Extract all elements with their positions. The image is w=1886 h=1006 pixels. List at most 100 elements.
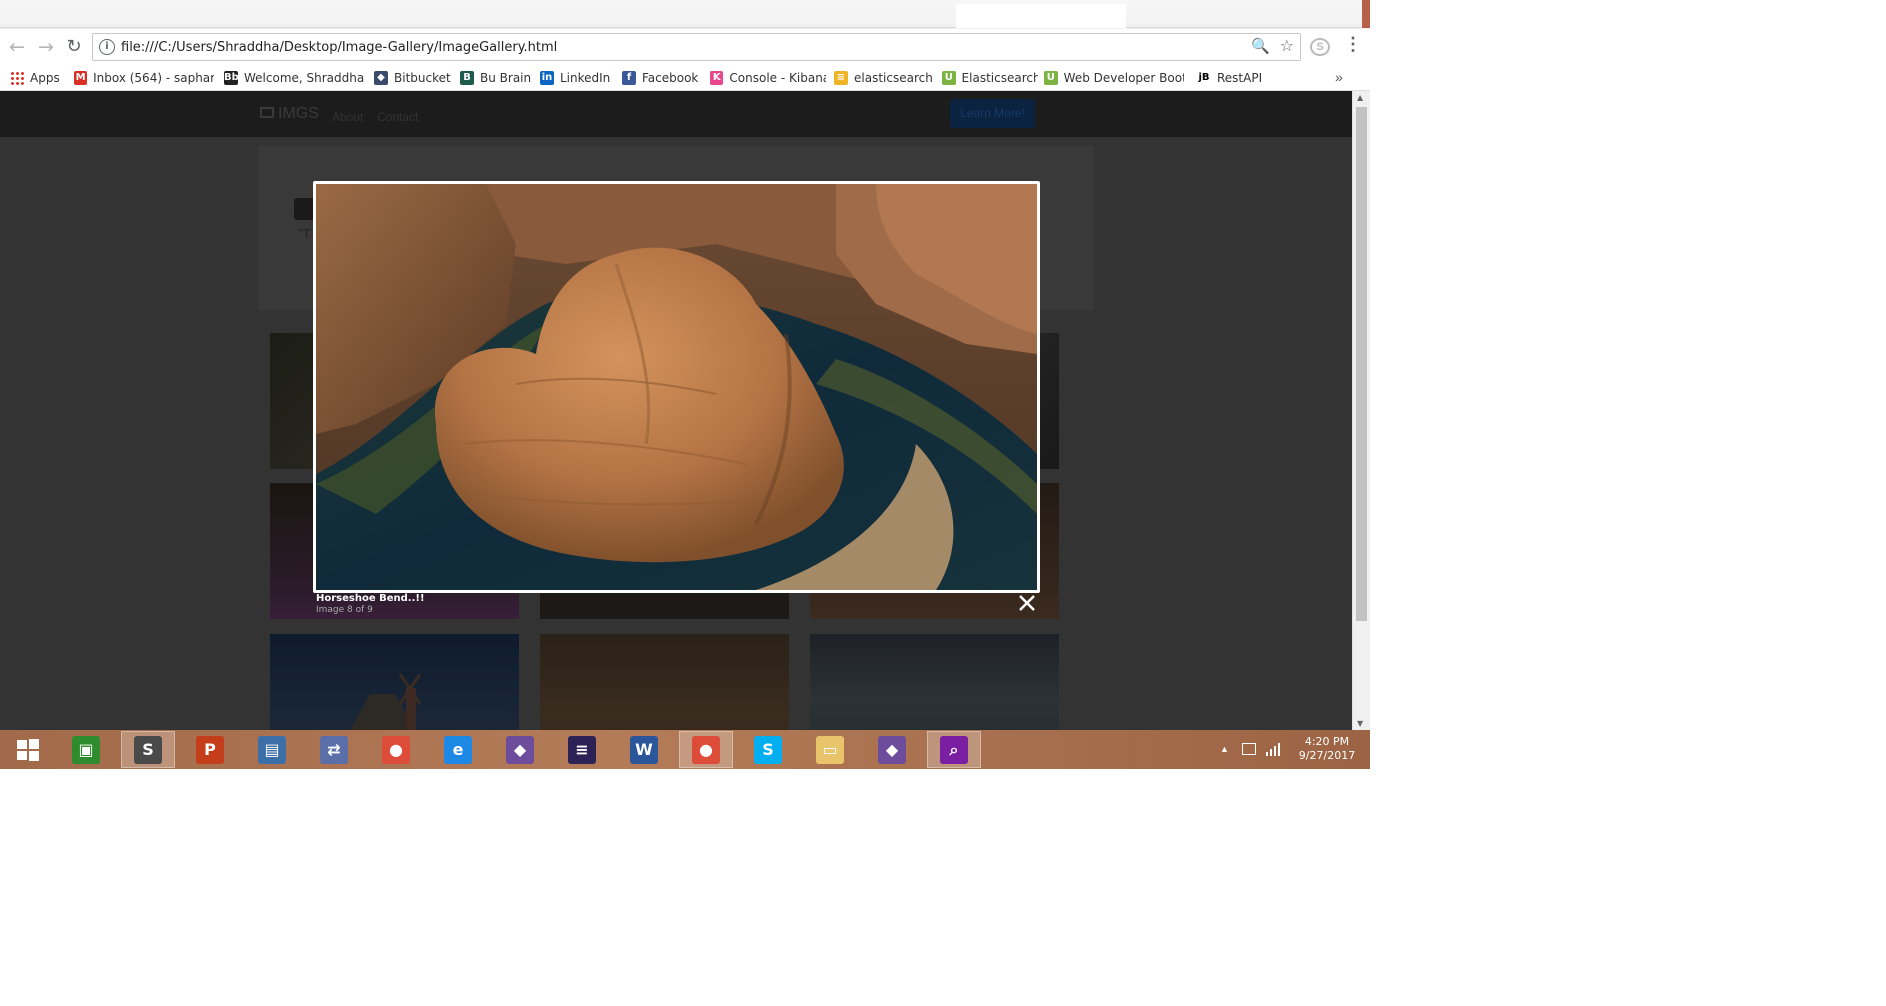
bookmarks-overflow-button[interactable]: »: [1335, 69, 1343, 85]
taskbar-file-explorer-button[interactable]: ▭: [803, 731, 857, 768]
udemy-icon: U: [1044, 71, 1058, 85]
lightbox-caption: Horseshoe Bend..!! Image 8 of 9: [316, 593, 425, 615]
sublime-text-icon: S: [134, 735, 162, 764]
bookmark-bu-brain[interactable]: B Bu Brain: [460, 68, 532, 88]
taskbar-git-client-button[interactable]: ◆: [493, 731, 547, 768]
taskbar-chrome-button[interactable]: ●: [369, 731, 423, 768]
facebook-icon: f: [622, 71, 636, 85]
taskbar-powerpoint-button[interactable]: P: [183, 731, 237, 768]
chrome-icon: ●: [382, 735, 410, 764]
bookmark-label: Console - Kibana: [729, 71, 826, 85]
taskbar-chrome-user-button[interactable]: ●: [679, 731, 733, 768]
taskbar-sublime-text-button[interactable]: S: [121, 731, 175, 768]
multi-window-icon: ▤: [258, 735, 286, 764]
taskbar-skype-button[interactable]: S: [741, 731, 795, 768]
jb-icon: jB: [1197, 71, 1211, 85]
gmail-icon: M: [74, 71, 88, 85]
bookmark-star-icon[interactable]: ☆: [1280, 36, 1294, 55]
network-signal-icon[interactable]: [1266, 742, 1282, 756]
battery-icon[interactable]: [1242, 743, 1256, 755]
show-hidden-icons-button[interactable]: ▲: [1220, 744, 1229, 754]
close-icon[interactable]: [1016, 592, 1038, 614]
scroll-down-arrow[interactable]: ▼: [1357, 719, 1363, 728]
page-viewport: IMGS About Contact Learn More! "T Horses…: [0, 91, 1352, 730]
taskbar-start-button-button[interactable]: [1, 731, 55, 768]
tab-strip: [0, 0, 1370, 28]
bookmark-apps[interactable]: Apps: [10, 68, 60, 88]
windows-taskbar: ▣ S P ▤ ⇄ ● e ◆ ≡ W ● S ▭ ◆ ⌕ ▲ 4:20 PM 9/27/2017: [0, 730, 1370, 769]
screen: ← → ↻ i file:///C:/Users/Shraddha/Deskto…: [0, 0, 1370, 769]
taskbar-store-button[interactable]: ▣: [59, 731, 113, 768]
scroll-thumb[interactable]: [1356, 107, 1367, 621]
bu-brain-icon: B: [460, 71, 474, 85]
forward-button[interactable]: →: [34, 35, 58, 59]
bookmark-elasticsearch[interactable]: U Elasticsearch: [942, 68, 1038, 88]
udemy-icon: U: [942, 71, 956, 85]
page-scrollbar[interactable]: ▲ ▼: [1352, 91, 1370, 730]
bookmark-label: Bu Brain: [480, 71, 532, 85]
bookmark-console-kibana[interactable]: K Console - Kibana: [710, 68, 826, 88]
bookmark-elasticsearch[interactable]: ≡ elasticsearch: [834, 68, 934, 88]
search-app-icon: ⌕: [940, 735, 968, 764]
bookmark-label: RestAPI: [1217, 71, 1263, 85]
clock-time: 4:20 PM: [1304, 735, 1350, 748]
bookmark-label: Web Developer Boot: [1063, 71, 1184, 85]
eclipse-icon: ≡: [568, 735, 596, 764]
bookmark-label: Inbox (564) - saphara: [93, 71, 214, 85]
powerpoint-icon: P: [196, 735, 224, 764]
lightbox: [313, 181, 1040, 593]
taskbar-git-client-icon-2-button[interactable]: ◆: [865, 731, 919, 768]
taskbar-search-app-button[interactable]: ⌕: [927, 731, 981, 768]
reload-button[interactable]: ↻: [62, 35, 86, 59]
bookmark-label: elasticsearch: [854, 71, 933, 85]
bookmark-label: Welcome, Shraddha: [244, 71, 364, 85]
bookmark-label: Elasticsearch: [961, 71, 1038, 85]
linkedin-icon: in: [540, 71, 554, 85]
lightbox-counter: Image 8 of 9: [316, 605, 373, 615]
skype-icon: S: [754, 735, 782, 764]
kibana-icon: K: [710, 71, 724, 85]
network-tool-icon: ⇄: [320, 735, 348, 764]
browser-toolbar: ← → ↻ i file:///C:/Users/Shraddha/Deskto…: [0, 29, 1370, 65]
info-icon[interactable]: i: [99, 39, 115, 55]
internet-explorer-icon: e: [444, 735, 472, 764]
git-client-icon: ◆: [506, 735, 534, 764]
chrome-user-icon: ●: [692, 735, 720, 764]
git-client-icon-2: ◆: [878, 735, 906, 764]
file-explorer-icon: ▭: [816, 735, 844, 764]
zoom-icon[interactable]: 🔍: [1251, 37, 1270, 55]
browser-menu-icon[interactable]: ⋮: [1344, 34, 1362, 55]
bitbucket-shield-icon: ◆: [374, 71, 388, 85]
horseshoe-bend-image: [316, 184, 1037, 590]
taskbar-internet-explorer-button[interactable]: e: [431, 731, 485, 768]
system-clock[interactable]: 4:20 PM 9/27/2017: [1297, 735, 1357, 763]
lightbox-title: Horseshoe Bend..!!: [316, 593, 425, 604]
skype-extension-icon[interactable]: S: [1310, 38, 1330, 56]
bookmark-web-developer-boot[interactable]: U Web Developer Boot: [1044, 68, 1184, 88]
address-bar[interactable]: i file:///C:/Users/Shraddha/Desktop/Imag…: [92, 33, 1301, 61]
apps-grid-icon: [10, 71, 24, 85]
bookmark-bitbucket[interactable]: ◆ Bitbucket: [374, 68, 454, 88]
blackboard-icon: Bb: [224, 71, 239, 85]
taskbar-word-button[interactable]: W: [617, 731, 671, 768]
word-icon: W: [630, 735, 658, 764]
bookmark-linkedin[interactable]: in LinkedIn: [540, 68, 614, 88]
taskbar-network-tool-button[interactable]: ⇄: [307, 731, 361, 768]
bookmark-facebook[interactable]: f Facebook: [622, 68, 702, 88]
bookmark-restapi[interactable]: jB RestAPI: [1197, 68, 1267, 88]
url-text[interactable]: file:///C:/Users/Shraddha/Desktop/Image-…: [121, 40, 557, 55]
active-tab[interactable]: [956, 4, 1126, 28]
scroll-up-arrow[interactable]: ▲: [1357, 93, 1363, 102]
elasticsearch-icon: ≡: [834, 71, 848, 85]
bookmark-inbox-564-saphara[interactable]: M Inbox (564) - saphara: [74, 68, 214, 88]
taskbar-multi-window-button[interactable]: ▤: [245, 731, 299, 768]
window-edge: [1362, 0, 1370, 28]
back-button[interactable]: ←: [5, 35, 29, 59]
taskbar-eclipse-button[interactable]: ≡: [555, 731, 609, 768]
bookmark-welcome-shraddha[interactable]: Bb Welcome, Shraddha: [224, 68, 364, 88]
store-icon: ▣: [72, 735, 100, 764]
bookmark-label: Bitbucket: [394, 71, 451, 85]
bookmark-label: Facebook: [642, 71, 699, 85]
bookmarks-bar: Apps M Inbox (564) - saphara Bb Welcome, Shr…: [0, 65, 1370, 91]
bookmark-label: Apps: [30, 71, 60, 85]
